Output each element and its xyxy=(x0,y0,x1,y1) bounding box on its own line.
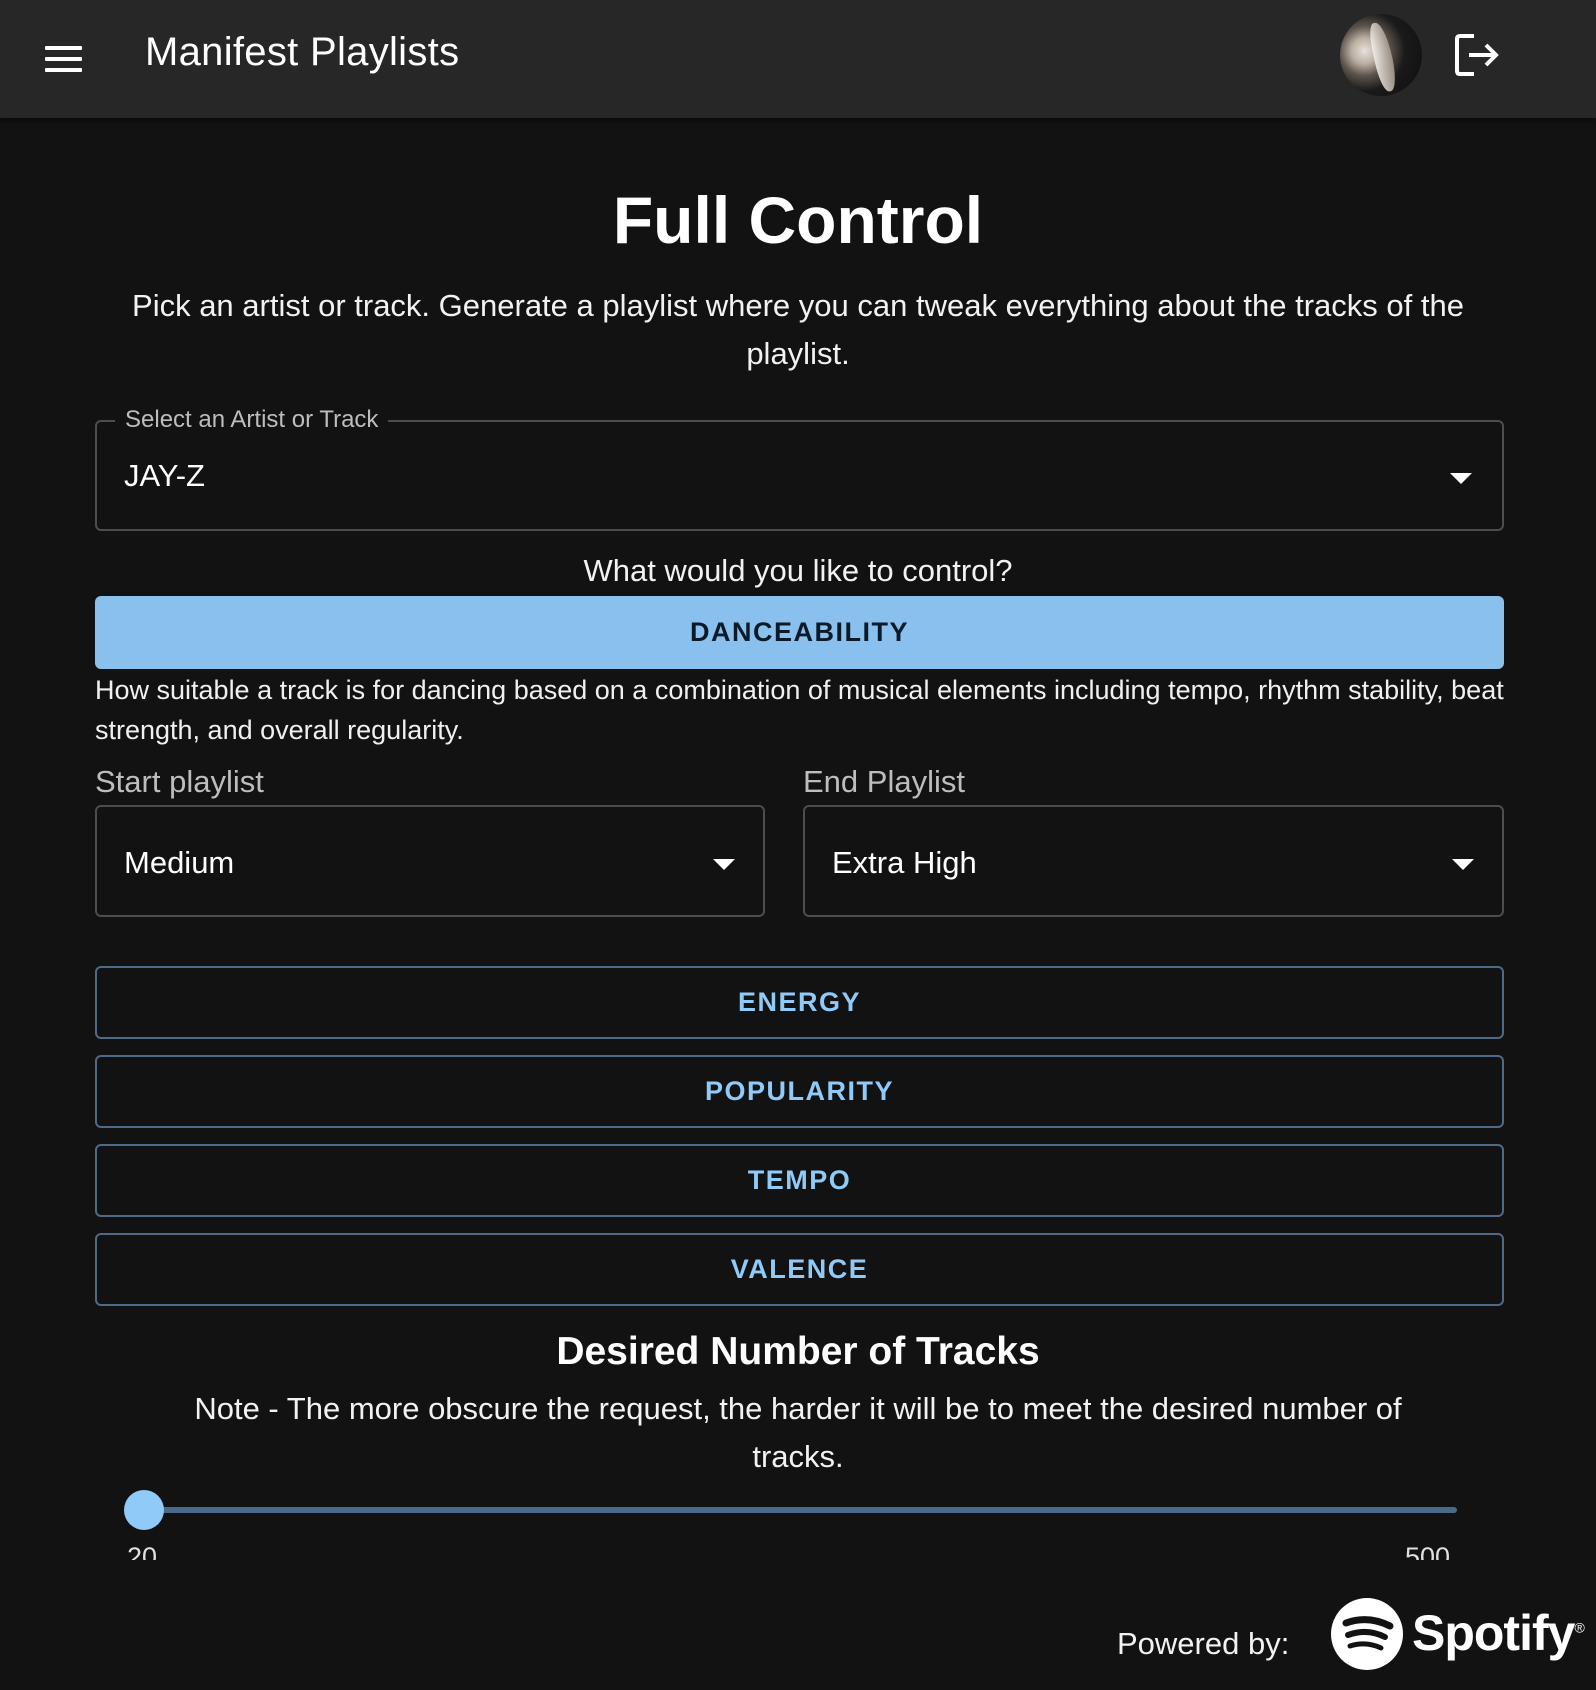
start-playlist-select[interactable]: Medium xyxy=(95,805,765,917)
start-select-value: Medium xyxy=(124,845,235,880)
app-bar: Manifest Playlists xyxy=(0,0,1596,118)
end-playlist-label: End Playlist xyxy=(803,764,965,799)
menu-line xyxy=(45,57,82,61)
valence-button[interactable]: VALENCE xyxy=(95,1233,1504,1306)
end-playlist-select[interactable]: Extra High xyxy=(803,805,1504,917)
powered-by-label: Powered by: xyxy=(1117,1626,1290,1661)
menu-line xyxy=(45,46,82,50)
app-title: Manifest Playlists xyxy=(145,30,460,74)
slider-thumb[interactable] xyxy=(124,1490,164,1530)
spotify-brand-text: Spotify xyxy=(1412,1605,1575,1661)
registered-mark: ® xyxy=(1574,1619,1584,1636)
slider-min-label: 20 xyxy=(127,1542,158,1560)
dropdown-arrow-icon xyxy=(1450,473,1472,484)
tempo-button[interactable]: TEMPO xyxy=(95,1144,1504,1217)
artist-track-select[interactable]: Select an Artist or Track JAY-Z xyxy=(95,406,1504,531)
control-description: How suitable a track is for dancing base… xyxy=(95,675,1504,745)
artist-select-value: JAY-Z xyxy=(124,458,205,493)
control-question: What would you like to control? xyxy=(583,553,1013,588)
artist-select-label: Select an Artist or Track xyxy=(115,406,389,434)
spotify-icon xyxy=(1331,1598,1403,1670)
hamburger-menu-icon[interactable] xyxy=(38,36,90,82)
tracks-slider: 20 500 xyxy=(124,1480,1468,1560)
dropdown-arrow-icon xyxy=(1452,859,1474,870)
energy-button[interactable]: ENERGY xyxy=(95,966,1504,1039)
slider-track[interactable] xyxy=(143,1507,1457,1513)
slider-max-label: 500 xyxy=(1404,1542,1450,1560)
tracks-note: Note - The more obscure the request, the… xyxy=(194,1391,1402,1474)
page-title: Full Control xyxy=(612,183,984,257)
spotify-wordmark: Spotify® xyxy=(1412,1604,1585,1662)
tracks-heading: Desired Number of Tracks xyxy=(556,1330,1040,1373)
popularity-button[interactable]: POPULARITY xyxy=(95,1055,1504,1128)
avatar[interactable] xyxy=(1340,14,1422,96)
logout-icon[interactable] xyxy=(1452,30,1502,80)
spotify-logo: Spotify® xyxy=(1330,1596,1585,1672)
menu-line xyxy=(45,68,82,72)
dropdown-arrow-icon xyxy=(713,859,735,870)
start-playlist-label: Start playlist xyxy=(95,764,264,799)
end-select-value: Extra High xyxy=(832,845,977,880)
danceability-button[interactable]: DANCEABILITY xyxy=(95,596,1504,669)
page-subtitle: Pick an artist or track. Generate a play… xyxy=(132,288,1464,371)
